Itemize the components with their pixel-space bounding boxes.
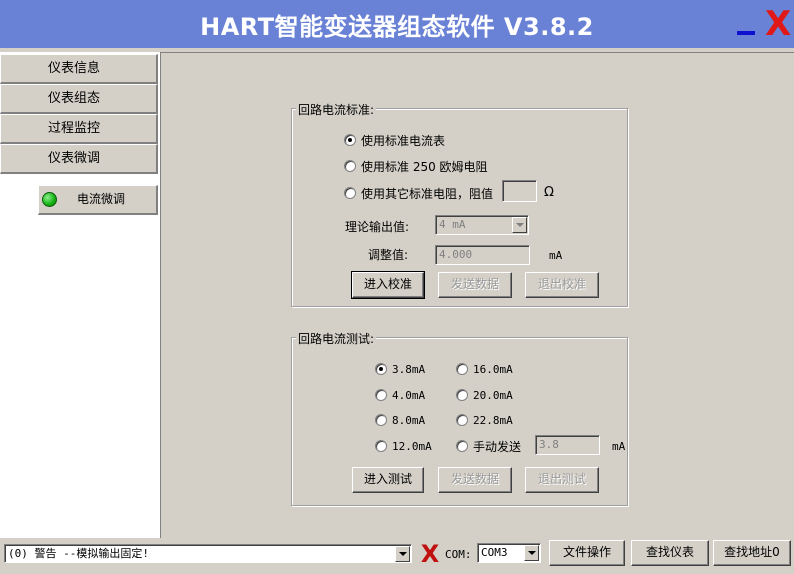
com-port-value: COM3 bbox=[481, 546, 508, 559]
radio-3-8ma[interactable] bbox=[375, 363, 387, 375]
radio-250-ohm-resistor-label: 使用标准 250 欧姆电阻 bbox=[361, 160, 488, 174]
close-button[interactable]: X bbox=[765, 4, 792, 44]
radio-4-0ma-label: 4.0mA bbox=[392, 389, 426, 402]
find-address-button[interactable]: 查找地址0 bbox=[713, 540, 791, 566]
sidebar-item-label: 仪表组态 bbox=[48, 91, 101, 106]
calibration-group: 回路电流标准: 使用标准电流表 使用标准 250 欧姆电阻 使用其它标准电阻，阻… bbox=[291, 101, 628, 307]
chevron-down-icon bbox=[524, 545, 539, 561]
adjust-value-input[interactable]: 4.000 bbox=[435, 245, 530, 265]
exit-calibration-button[interactable]: 退出校准 bbox=[525, 272, 599, 298]
radio-other-resistor[interactable] bbox=[344, 187, 356, 199]
radio-12-0ma[interactable] bbox=[375, 440, 387, 452]
send-data-button[interactable]: 发送数据 bbox=[438, 272, 512, 298]
adjust-unit: mA bbox=[549, 249, 563, 262]
status-bar: (0) 警告 --模拟输出固定! X COM: COM3 文件操作 查找仪表 查… bbox=[0, 538, 794, 574]
chevron-down-icon bbox=[512, 217, 527, 233]
radio-20-0ma-label: 20.0mA bbox=[473, 389, 513, 402]
radio-22-8ma-label: 22.8mA bbox=[473, 414, 513, 427]
radio-other-resistor-label: 使用其它标准电阻，阻值 bbox=[361, 187, 494, 201]
sidebar-item-label: 仪表信息 bbox=[48, 61, 101, 76]
theory-output-label: 理论输出值: bbox=[345, 220, 410, 234]
radio-4-0ma[interactable] bbox=[375, 389, 387, 401]
sidebar-item-device-info[interactable]: 仪表信息 bbox=[0, 54, 158, 84]
close-icon: X bbox=[765, 4, 792, 44]
find-device-button[interactable]: 查找仪表 bbox=[631, 540, 709, 566]
sidebar-item-label: 过程监控 bbox=[48, 121, 101, 136]
file-operation-button[interactable]: 文件操作 bbox=[549, 540, 625, 566]
radio-22-8ma[interactable] bbox=[456, 414, 468, 426]
radio-12-0ma-label: 12.0mA bbox=[392, 440, 432, 453]
disconnect-icon[interactable]: X bbox=[419, 539, 441, 569]
resistance-input[interactable] bbox=[502, 180, 537, 202]
test-group: 回路电流测试: 3.8mA 16.0mA 4.0mA 20.0mA 8.0mA … bbox=[291, 330, 628, 506]
radio-20-0ma[interactable] bbox=[456, 389, 468, 401]
manual-value-input[interactable]: 3.8 bbox=[535, 435, 600, 455]
theory-output-select[interactable]: 4 mA bbox=[435, 215, 529, 235]
sidebar-item-label: 仪表微调 bbox=[48, 151, 101, 166]
app-title: HART智能变送器组态软件 V3.8.2 bbox=[200, 13, 594, 41]
radio-250-ohm-resistor[interactable] bbox=[344, 160, 356, 172]
sidebar-subitem-current-trim[interactable]: 电流微调 bbox=[38, 185, 158, 215]
status-led-icon bbox=[42, 192, 57, 207]
main-panel: 回路电流标准: 使用标准电流表 使用标准 250 欧姆电阻 使用其它标准电阻，阻… bbox=[160, 52, 794, 538]
ohm-unit: Ω bbox=[544, 185, 554, 200]
radio-8-0ma-label: 8.0mA bbox=[392, 414, 426, 427]
theory-output-value: 4 mA bbox=[439, 218, 466, 231]
com-port-select[interactable]: COM3 bbox=[477, 543, 541, 563]
test-group-title: 回路电流测试: bbox=[296, 330, 377, 347]
chevron-down-icon bbox=[395, 546, 410, 562]
title-bar: HART智能变送器组态软件 V3.8.2 X bbox=[0, 0, 794, 48]
calibration-group-title: 回路电流标准: bbox=[296, 101, 377, 118]
status-message-select[interactable]: (0) 警告 --模拟输出固定! bbox=[4, 544, 412, 563]
sidebar-item-process-monitor[interactable]: 过程监控 bbox=[0, 114, 158, 144]
adjust-value-label: 调整值: bbox=[368, 248, 409, 262]
manual-unit: mA bbox=[612, 440, 626, 453]
radio-8-0ma[interactable] bbox=[375, 414, 387, 426]
enter-calibration-button[interactable]: 进入校准 bbox=[351, 271, 425, 299]
enter-test-button[interactable]: 进入测试 bbox=[352, 467, 424, 493]
status-message: (0) 警告 --模拟输出固定! bbox=[8, 547, 149, 560]
radio-standard-ammeter-label: 使用标准电流表 bbox=[361, 134, 446, 148]
com-label: COM: bbox=[445, 548, 472, 561]
radio-manual-send-label: 手动发送 bbox=[473, 440, 522, 454]
exit-test-button[interactable]: 退出测试 bbox=[525, 467, 599, 493]
radio-standard-ammeter[interactable] bbox=[344, 134, 356, 146]
test-send-data-button[interactable]: 发送数据 bbox=[438, 467, 512, 493]
radio-3-8ma-label: 3.8mA bbox=[392, 363, 426, 376]
minimize-button[interactable] bbox=[737, 31, 755, 35]
sidebar: 仪表信息 仪表组态 过程监控 仪表微调 电流微调 bbox=[0, 52, 160, 538]
sidebar-item-device-config[interactable]: 仪表组态 bbox=[0, 84, 158, 114]
radio-16-0ma[interactable] bbox=[456, 363, 468, 375]
sidebar-item-device-trim[interactable]: 仪表微调 bbox=[0, 144, 158, 174]
radio-manual-send[interactable] bbox=[456, 440, 468, 452]
radio-16-0ma-label: 16.0mA bbox=[473, 363, 513, 376]
sidebar-subitem-label: 电流微调 bbox=[77, 192, 126, 206]
